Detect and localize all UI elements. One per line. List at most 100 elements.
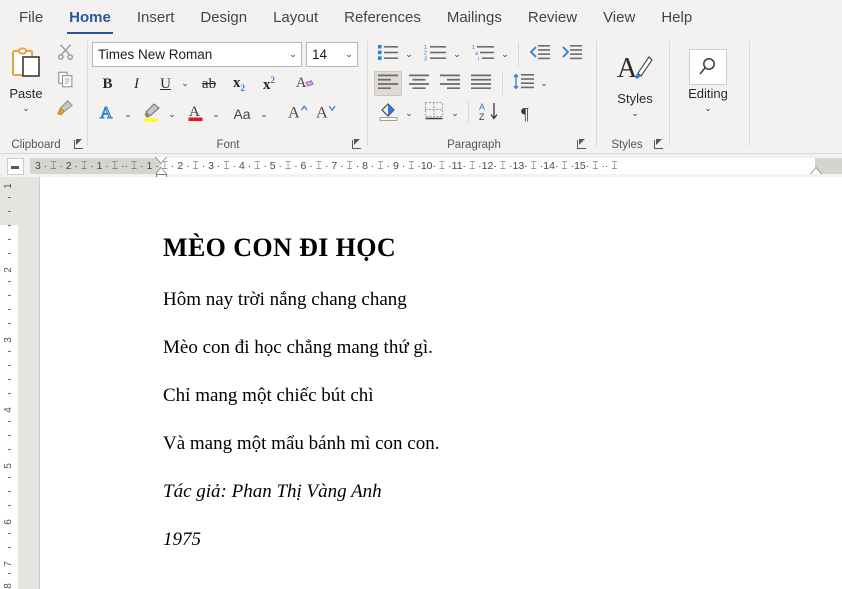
tab-mailings[interactable]: Mailings: [434, 5, 515, 36]
font-size-combo[interactable]: 14 ⌄: [306, 42, 358, 67]
shading-icon: [378, 101, 399, 126]
bullets-button[interactable]: [374, 42, 402, 67]
editing-dropdown-caret[interactable]: ⌄: [704, 103, 712, 113]
clipboard-dialog-launcher[interactable]: [73, 138, 86, 151]
bullets-chevron-down-icon[interactable]: ⌄: [402, 42, 416, 67]
ruler-ticks-body: · ⌶ · 1 · ⌶ · 2 · ⌶ · 3 · ⌶ · 4 · ⌶ · 5 …: [125, 160, 605, 172]
font-color-chevron-down-icon[interactable]: ⌄: [209, 101, 223, 127]
change-case-button[interactable]: Aa: [227, 101, 257, 127]
grow-font-button[interactable]: A: [284, 101, 310, 127]
change-case-chevron-down-icon[interactable]: ⌄: [257, 101, 271, 127]
tab-insert[interactable]: Insert: [124, 5, 188, 36]
vertical-tick-5: 5: [4, 457, 14, 475]
font-color-button[interactable]: A: [183, 101, 209, 127]
numbering-chevron-down-icon[interactable]: ⌄: [450, 42, 464, 67]
line-spacing-chevron-down-icon[interactable]: ⌄: [537, 71, 551, 96]
decrease-indent-button[interactable]: [525, 42, 553, 67]
strikethrough-button[interactable]: ab: [196, 72, 222, 97]
borders-chevron-down-icon[interactable]: ⌄: [448, 100, 462, 126]
paste-dropdown-caret[interactable]: ⌄: [22, 103, 30, 113]
document-page[interactable]: MÈO CON ĐI HỌC Hôm nay trời nắng chang c…: [39, 177, 842, 589]
tab-selector-box[interactable]: [7, 158, 24, 175]
editing-separator: [749, 41, 750, 146]
tab-layout[interactable]: Layout: [260, 5, 331, 36]
vruler-dot: [8, 281, 11, 282]
paragraph-inner-sep-1: [518, 42, 519, 66]
highlight-color-button[interactable]: [139, 101, 165, 127]
tab-help[interactable]: Help: [648, 5, 705, 36]
copy-button[interactable]: [52, 69, 78, 95]
align-right-button[interactable]: [436, 71, 464, 96]
grow-font-icon: A: [287, 102, 308, 127]
shading-button[interactable]: [374, 100, 402, 126]
font-size-chevron-down-icon[interactable]: ⌄: [341, 49, 357, 60]
editing-button[interactable]: Editing ⌄: [682, 46, 734, 120]
styles-dialog-launcher[interactable]: [653, 138, 666, 151]
font-name-combo[interactable]: Times New Roman ⌄: [92, 42, 302, 67]
pilcrow-icon: ¶: [521, 105, 529, 122]
italic-button[interactable]: I: [124, 72, 149, 97]
editing-button-label: Editing: [688, 86, 728, 102]
vruler-dot: [8, 351, 11, 352]
show-formatting-marks-button[interactable]: ¶: [512, 100, 538, 126]
highlight-chevron-down-icon[interactable]: ⌄: [165, 101, 179, 127]
document-canvas[interactable]: MÈO CON ĐI HỌC Hôm nay trời nắng chang c…: [18, 177, 842, 589]
styles-dropdown-caret[interactable]: ⌄: [631, 108, 639, 118]
sort-button[interactable]: A Z: [476, 100, 506, 126]
styles-group-label: Styles: [592, 138, 662, 152]
text-effects-chevron-down-icon[interactable]: ⌄: [121, 101, 135, 127]
multilevel-chevron-down-icon[interactable]: ⌄: [498, 42, 512, 67]
first-line-indent-marker[interactable]: [155, 157, 167, 164]
vruler-dot: [8, 309, 11, 310]
align-left-icon: [378, 74, 398, 94]
multilevel-list-button[interactable]: 1 a i: [468, 42, 498, 67]
numbering-button[interactable]: 1 2 3: [420, 42, 450, 67]
tab-design[interactable]: Design: [187, 5, 260, 36]
tab-selector[interactable]: [0, 155, 30, 177]
superscript-button[interactable]: x2: [256, 72, 282, 97]
vruler-dot: [8, 505, 11, 506]
svg-text:A: A: [315, 103, 327, 121]
font-name-chevron-down-icon[interactable]: ⌄: [285, 49, 301, 60]
document-body[interactable]: MÈO CON ĐI HỌC Hôm nay trời nắng chang c…: [163, 177, 763, 553]
borders-button[interactable]: [420, 100, 448, 126]
hanging-indent-marker[interactable]: [155, 167, 167, 174]
tab-view[interactable]: View: [590, 5, 648, 36]
subscript-button[interactable]: x2: [226, 72, 252, 97]
vertical-tick-2: 2: [4, 261, 14, 279]
paste-button[interactable]: Paste ⌄: [4, 40, 48, 116]
styles-button[interactable]: A Styles ⌄: [610, 46, 660, 120]
ribbon: Paste ⌄: [0, 36, 842, 154]
shrink-font-button[interactable]: A: [312, 101, 338, 127]
cut-button[interactable]: [52, 41, 78, 67]
vertical-tick-1: 1: [4, 177, 14, 195]
justify-button[interactable]: [467, 71, 495, 96]
line-spacing-button[interactable]: [509, 71, 537, 96]
increase-indent-button[interactable]: [557, 42, 585, 67]
clear-formatting-button[interactable]: A: [291, 72, 318, 97]
svg-text:A: A: [295, 75, 306, 91]
text-effects-button[interactable]: A: [95, 101, 121, 127]
tab-design-label: Design: [200, 9, 247, 26]
tab-references[interactable]: References: [331, 5, 434, 36]
paragraph-dialog-launcher[interactable]: [576, 138, 589, 151]
search-icon: [689, 49, 727, 85]
bold-button[interactable]: B: [95, 72, 120, 97]
align-center-button[interactable]: [405, 71, 433, 96]
vertical-ruler[interactable]: 1 2 3 4 5 6 7 8: [0, 177, 18, 589]
underline-button[interactable]: U: [153, 72, 178, 97]
align-left-button[interactable]: [374, 71, 402, 96]
horizontal-ruler[interactable]: 3 · ⌶ · 2 · ⌶ · 1 · ⌶ ·· ⌶ · 1 · ⌶ · 2 ·…: [0, 155, 842, 177]
document-paragraph-4: Và mang một mẩu bánh mì con con.: [163, 431, 763, 457]
underline-chevron-down-icon[interactable]: ⌄: [178, 72, 192, 94]
tab-file[interactable]: File: [6, 5, 56, 36]
italic-label: I: [134, 77, 139, 92]
clipboard-group-label: Clipboard: [0, 138, 82, 152]
shading-chevron-down-icon[interactable]: ⌄: [402, 100, 416, 126]
tab-home[interactable]: Home: [56, 5, 124, 36]
svg-text:Z: Z: [479, 112, 485, 121]
ruler-track[interactable]: 3 · ⌶ · 2 · ⌶ · 1 · ⌶ ·· ⌶ · 1 · ⌶ · 2 ·…: [30, 158, 842, 174]
format-painter-button[interactable]: [52, 97, 78, 123]
right-indent-marker[interactable]: [810, 167, 822, 174]
tab-review[interactable]: Review: [515, 5, 590, 36]
